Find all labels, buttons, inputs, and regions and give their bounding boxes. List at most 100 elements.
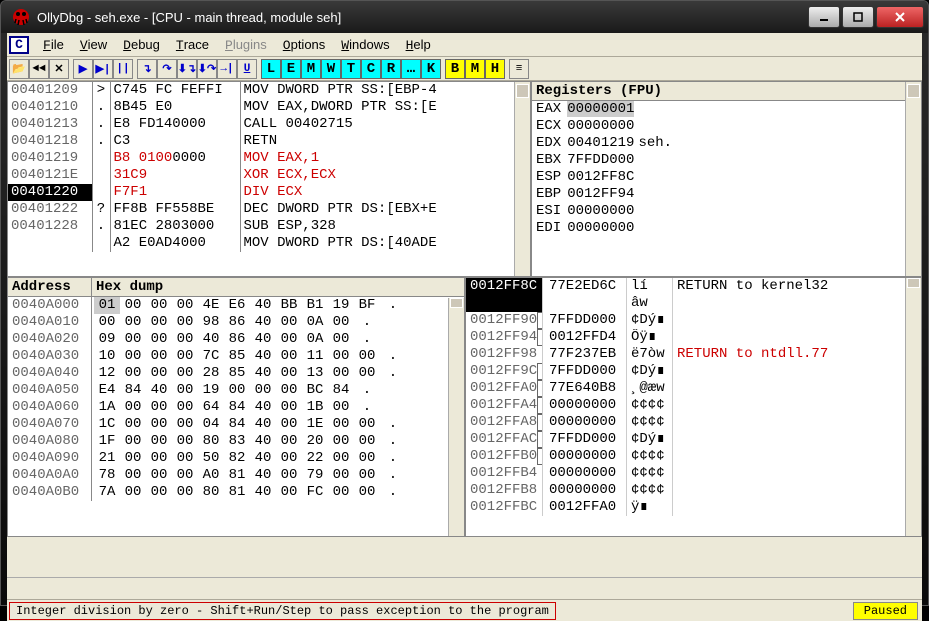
register-edx[interactable]: EDX00401219seh. xyxy=(532,135,921,152)
titlebar[interactable]: OllyDbg - seh.exe - [CPU - main thread, … xyxy=(1,1,928,33)
stack-row[interactable]: 0012FF8C77E2ED6Clí âwRETURN to kernel32 xyxy=(466,278,921,312)
menu-options[interactable]: Options xyxy=(275,35,334,55)
step-button[interactable]: ▶| xyxy=(93,59,113,79)
menu-debug[interactable]: Debug xyxy=(115,35,168,55)
toolbar-w-button[interactable]: W xyxy=(321,59,341,79)
hexdump-pane[interactable]: Address Hex dump 0040A000010000004EE640B… xyxy=(7,277,465,537)
hexdump-header: Address Hex dump xyxy=(8,278,464,297)
hexdump-row[interactable]: 0040A0A078000000A0814000790000. xyxy=(8,467,464,484)
register-esi[interactable]: ESI00000000 xyxy=(532,203,921,220)
return-button[interactable]: U xyxy=(237,59,257,79)
disasm-row[interactable]: 00401210.8B45 E0MOV EAX,DWORD PTR SS:[E xyxy=(8,99,530,116)
disasm-row[interactable]: 00401218.C3RETN xyxy=(8,133,530,150)
hexdump-row[interactable]: 0040A030100000007C854000110000. xyxy=(8,348,464,365)
menu-help[interactable]: Help xyxy=(398,35,439,55)
rewind-button[interactable]: ◄◄ xyxy=(29,59,49,79)
stack-scrollbar[interactable] xyxy=(905,278,921,536)
hexdump-row[interactable]: 0040A02009000000408640000A00. xyxy=(8,331,464,348)
stack-row[interactable]: 0012FFB400000000¢¢¢¢ xyxy=(466,465,921,482)
disasm-row[interactable]: 00401219B8 01000000MOV EAX,1 xyxy=(8,150,530,167)
stack-row[interactable]: 0012FFB800000000¢¢¢¢ xyxy=(466,482,921,499)
execute-till-button[interactable]: →| xyxy=(217,59,237,79)
maximize-button[interactable] xyxy=(842,6,874,28)
cpu-badge-icon[interactable]: C xyxy=(9,36,29,54)
hexdump-row[interactable]: 0040A0902100000050824000220000. xyxy=(8,450,464,467)
hexdump-row[interactable]: 0040A0B07A00000080814000FC0000. xyxy=(8,484,464,501)
window-title: OllyDbg - seh.exe - [CPU - main thread, … xyxy=(37,10,808,25)
open-button[interactable]: 📂 xyxy=(9,59,29,79)
status-state: Paused xyxy=(853,602,918,620)
stack-row[interactable]: 0012FFAC7FFDD000¢Dý∎ xyxy=(466,431,921,448)
stack-row[interactable]: 0012FFA800000000¢¢¢¢ xyxy=(466,414,921,431)
hexdump-row[interactable]: 0040A0801F00000080834000200000. xyxy=(8,433,464,450)
pause-button[interactable]: || xyxy=(113,59,133,79)
trace-over-button[interactable]: ⬇↷ xyxy=(197,59,217,79)
toolbar-m-button[interactable]: M xyxy=(465,59,485,79)
hexdump-row[interactable]: 0040A0401200000028854000130000. xyxy=(8,365,464,382)
stack-row[interactable]: 0012FFBC0012FFA0ÿ∎ xyxy=(466,499,921,516)
toolbar-b-button[interactable]: B xyxy=(445,59,465,79)
hexdump-row[interactable]: 0040A01000000000988640000A00. xyxy=(8,314,464,331)
disasm-row[interactable]: A2 E0AD4000MOV DWORD PTR DS:[40ADE xyxy=(8,235,530,252)
step-into-button[interactable]: ↴ xyxy=(137,59,157,79)
register-ecx[interactable]: ECX00000000 xyxy=(532,118,921,135)
minimize-button[interactable] xyxy=(808,6,840,28)
stack-row[interactable]: 0012FFA077E640B8¸@æw xyxy=(466,380,921,397)
stack-row[interactable]: 0012FF9C7FFDD000¢Dý∎ xyxy=(466,363,921,380)
menu-trace[interactable]: Trace xyxy=(168,35,217,55)
stack-row[interactable]: 0012FF907FFDD000¢Dý∎ xyxy=(466,312,921,329)
statusbar: Integer division by zero - Shift+Run/Ste… xyxy=(7,599,922,621)
disasm-row[interactable]: 00401228.81EC 2803000SUB ESP,328 xyxy=(8,218,530,235)
register-ebp[interactable]: EBP0012FF94 xyxy=(532,186,921,203)
toolbar-k-button[interactable]: K xyxy=(421,59,441,79)
toolbar-r-button[interactable]: R xyxy=(381,59,401,79)
stack-pane[interactable]: 0012FF8C77E2ED6Clí âwRETURN to kernel320… xyxy=(465,277,922,537)
register-esp[interactable]: ESP0012FF8C xyxy=(532,169,921,186)
registers-scrollbar[interactable] xyxy=(905,82,921,276)
menu-plugins[interactable]: Plugins xyxy=(217,35,275,55)
close-button[interactable] xyxy=(876,6,924,28)
toolbar-c-button[interactable]: C xyxy=(361,59,381,79)
close-x-button[interactable]: ✕ xyxy=(49,59,69,79)
disasm-row[interactable]: 00401209>C745 FC FEFFIMOV DWORD PTR SS:[… xyxy=(8,82,530,99)
toolbar-e-button[interactable]: E xyxy=(281,59,301,79)
hexdump-row[interactable]: 0040A0701C000000048440001E0000. xyxy=(8,416,464,433)
hexdump-scrollbar[interactable] xyxy=(448,298,464,536)
stack-row[interactable]: 0012FFB000000000¢¢¢¢ xyxy=(466,448,921,465)
menubar: C FileViewDebugTracePluginsOptionsWindow… xyxy=(7,33,922,57)
toolbar-t-button[interactable]: T xyxy=(341,59,361,79)
hexdump-hex-header: Hex dump xyxy=(92,278,464,296)
menu-file[interactable]: File xyxy=(35,35,72,55)
toolbar-m-button[interactable]: M xyxy=(301,59,321,79)
disasm-row[interactable]: 00401213.E8 FD140000CALL 00402715 xyxy=(8,116,530,133)
hexdump-row[interactable]: 0040A0601A000000648440001B00. xyxy=(8,399,464,416)
info-bar xyxy=(7,577,922,599)
run-button[interactable]: ▶ xyxy=(73,59,93,79)
step-over-button[interactable]: ↷ xyxy=(157,59,177,79)
hexdump-row[interactable]: 0040A050E484400019000000BC84. xyxy=(8,382,464,399)
toolbar-h-button[interactable]: H xyxy=(485,59,505,79)
menu-view[interactable]: View xyxy=(72,35,115,55)
disassembly-pane[interactable]: 00401209>C745 FC FEFFIMOV DWORD PTR SS:[… xyxy=(7,81,531,277)
main-window: OllyDbg - seh.exe - [CPU - main thread, … xyxy=(0,0,929,606)
workspace: 00401209>C745 FC FEFFIMOV DWORD PTR SS:[… xyxy=(7,81,922,577)
stack-row[interactable]: 0012FF940012FFD4Ôÿ∎ xyxy=(466,329,921,346)
disasm-row[interactable]: 0040121E31C9XOR ECX,ECX xyxy=(8,167,530,184)
menu-windows[interactable]: Windows xyxy=(333,35,397,55)
register-ebx[interactable]: EBX7FFDD000 xyxy=(532,152,921,169)
registers-pane[interactable]: Registers (FPU) EAX00000001ECX00000000ED… xyxy=(531,81,922,277)
stack-row[interactable]: 0012FF9877F237EBë7òwRETURN to ntdll.77 xyxy=(466,346,921,363)
hexdump-address-header: Address xyxy=(8,278,92,296)
trace-into-button[interactable]: ⬇↴ xyxy=(177,59,197,79)
register-edi[interactable]: EDI00000000 xyxy=(532,220,921,237)
register-eax[interactable]: EAX00000001 xyxy=(532,101,921,118)
disasm-scrollbar[interactable] xyxy=(514,82,530,276)
disasm-row[interactable]: 00401222?FF8B FF558BEDEC DWORD PTR DS:[E… xyxy=(8,201,530,218)
toolbar-l-button[interactable]: L xyxy=(261,59,281,79)
hexdump-row[interactable]: 0040A000010000004EE640BBB119BF. xyxy=(8,297,464,314)
status-message: Integer division by zero - Shift+Run/Ste… xyxy=(9,602,556,620)
disasm-row[interactable]: 00401220F7F1DIV ECX xyxy=(8,184,530,201)
stack-row[interactable]: 0012FFA400000000¢¢¢¢ xyxy=(466,397,921,414)
settings-button[interactable]: ≡ xyxy=(509,59,529,79)
toolbar-…-button[interactable]: … xyxy=(401,59,421,79)
